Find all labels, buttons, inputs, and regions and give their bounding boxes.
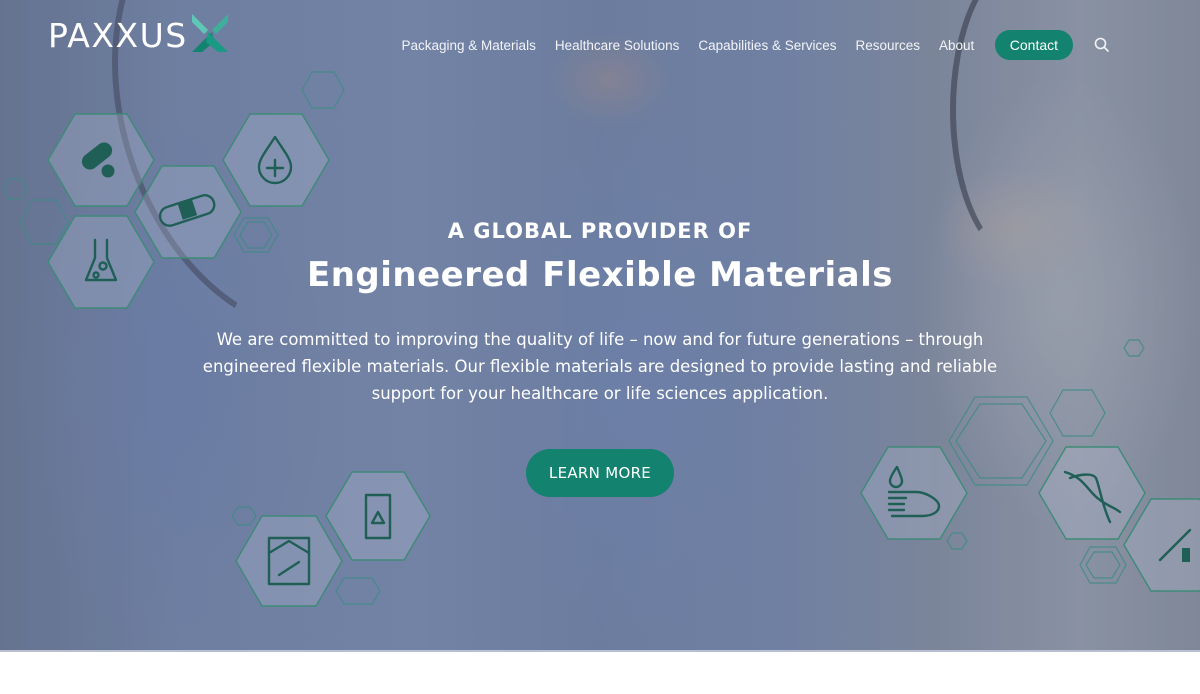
hero-bottom-edge [0, 650, 1200, 652]
nav-about[interactable]: About [939, 38, 974, 53]
nav-capabilities-services[interactable]: Capabilities & Services [698, 38, 836, 53]
hero-headline: Engineered Flexible Materials [306, 255, 893, 295]
paxxus-x-mark-icon [191, 13, 228, 52]
hero-description-line: engineered flexible materials. Our flexi… [202, 357, 998, 376]
hero-kicker: A GLOBAL PROVIDER OF [447, 219, 753, 243]
nav-resources[interactable]: Resources [855, 38, 920, 53]
paxxus-logo[interactable]: PAXXUS [48, 13, 230, 55]
hero-description: We are committed to improving the qualit… [180, 326, 1020, 407]
logo-wordmark: PAXXUS [48, 16, 188, 55]
nav-packaging-materials[interactable]: Packaging & Materials [402, 38, 536, 53]
hero-description-line: We are committed to improving the qualit… [216, 330, 984, 349]
contact-button[interactable]: Contact [994, 30, 1074, 60]
hero-description-line: support for your healthcare or life scie… [371, 384, 829, 403]
learn-more-button[interactable]: LEARN MORE [526, 449, 674, 497]
main-nav: Packaging & Materials Healthcare Solutio… [392, 30, 1111, 60]
search-icon[interactable] [1093, 36, 1111, 54]
nav-healthcare-solutions[interactable]: Healthcare Solutions [555, 38, 680, 53]
